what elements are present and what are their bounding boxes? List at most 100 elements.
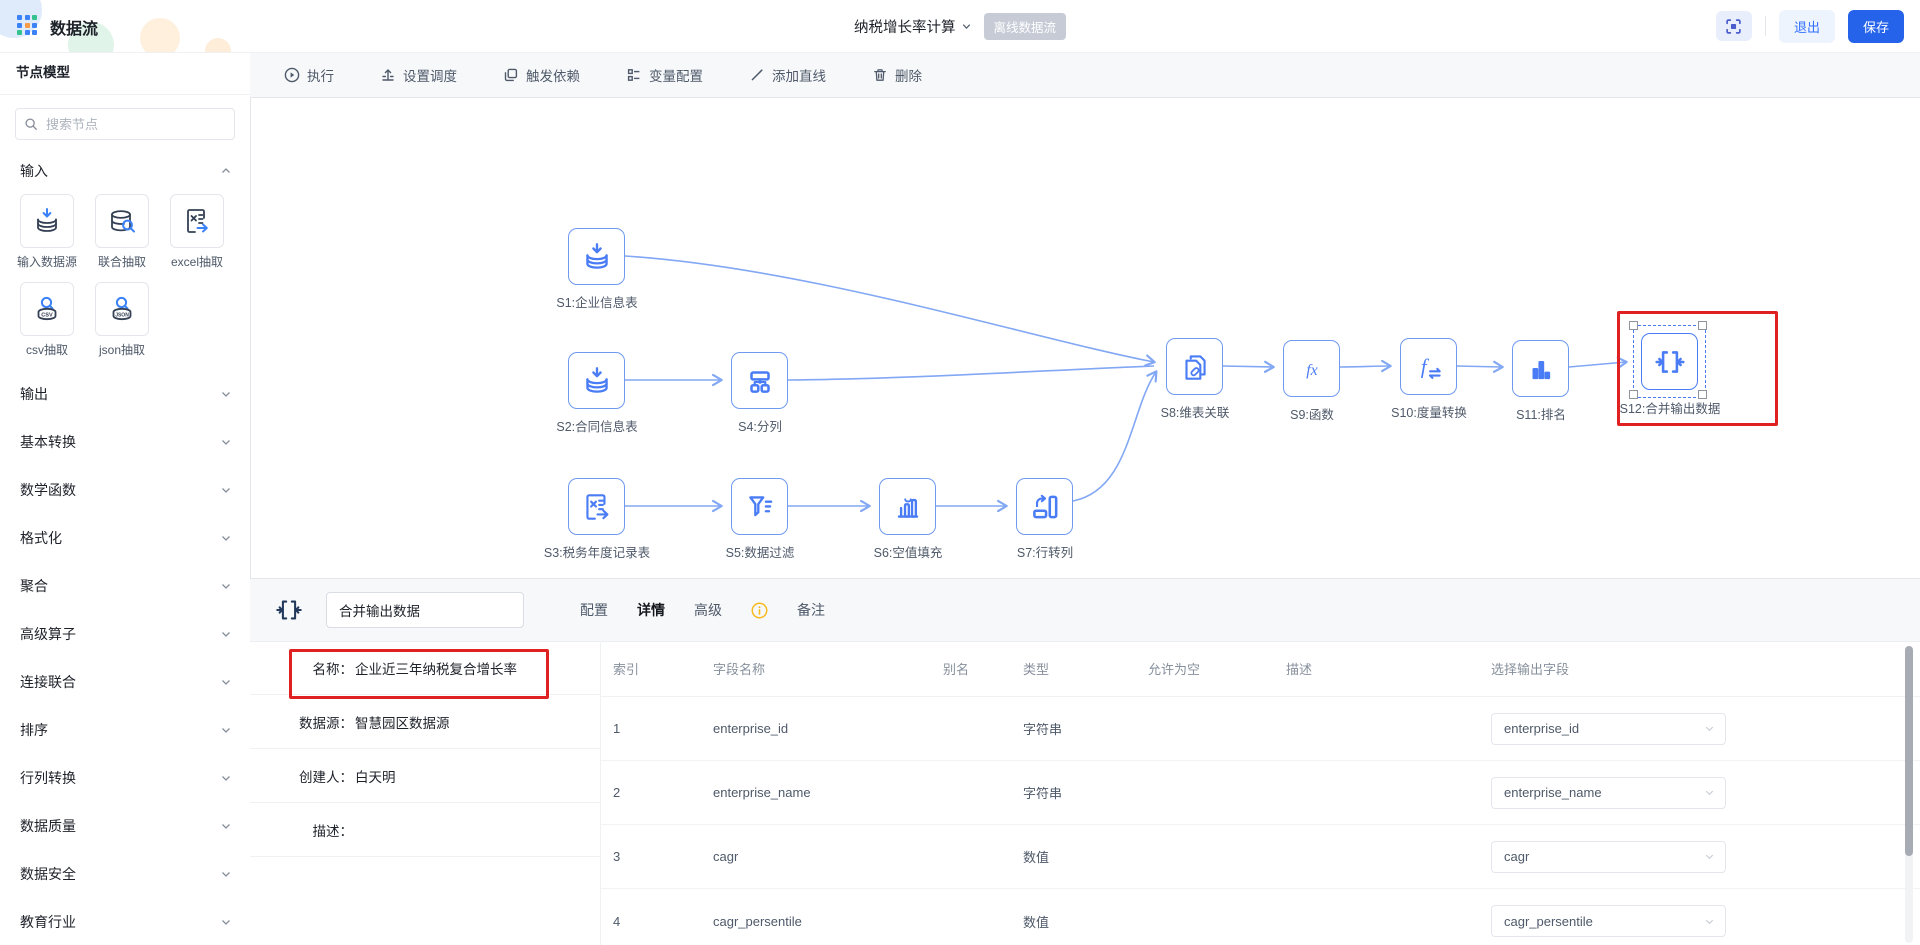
node-palette-sidebar: 节点模型 输入 输入数据源	[0, 52, 251, 945]
flow-node-label: S1:企业信息表	[507, 292, 687, 311]
exit-button[interactable]: 退出	[1779, 10, 1835, 43]
sidebar-section-education-industry[interactable]: 教育行业	[0, 898, 250, 945]
palette-node-input-datasource[interactable]: 输入数据源	[20, 194, 74, 270]
null-fill-icon	[891, 490, 925, 524]
field-table-header: 索引 字段名称 别名 类型 允许为空 描述 选择输出字段	[601, 641, 1920, 697]
fit-view-button[interactable]	[1716, 11, 1752, 41]
field-table: 索引 字段名称 别名 类型 允许为空 描述 选择输出字段 1 enterpris…	[600, 641, 1920, 945]
tab-config[interactable]: 配置	[580, 600, 608, 620]
decor-blob	[140, 18, 180, 53]
chevron-down-icon	[220, 628, 232, 640]
palette-node-union-extract[interactable]: 联合抽取	[95, 194, 149, 270]
flow-node-s11[interactable]	[1512, 340, 1569, 397]
output-field-select[interactable]: enterprise_id	[1491, 713, 1726, 745]
chevron-down-icon	[960, 21, 971, 32]
flow-type-badge: 离线数据流	[983, 13, 1066, 40]
fit-view-icon	[1725, 18, 1742, 35]
chevron-down-icon	[220, 676, 232, 688]
selection-handle[interactable]	[1698, 390, 1707, 399]
palette-node-excel-extract[interactable]: excel抽取	[170, 194, 224, 270]
sidebar-section-math-functions[interactable]: 数学函数	[0, 466, 250, 514]
flow-node-s1[interactable]	[568, 228, 625, 285]
sidebar-section-row-column-transform[interactable]: 行列转换	[0, 754, 250, 802]
function-fx-icon: fx	[1295, 352, 1329, 386]
scrollbar-thumb[interactable]	[1905, 646, 1913, 856]
delete-button[interactable]: 删除	[872, 65, 922, 85]
chevron-down-icon	[220, 772, 232, 784]
selection-handle[interactable]	[1629, 390, 1638, 399]
canvas-toolbar: 执行 设置调度 触发依赖 变量配置 添加直线 删除	[250, 52, 1920, 98]
sidebar-section-advanced-operators[interactable]: 高级算子	[0, 610, 250, 658]
flow-canvas[interactable]: S1:企业信息表 S2:合同信息表 S3:税务年度记录表 S4:分列	[250, 98, 1920, 578]
save-button[interactable]: 保存	[1848, 10, 1904, 43]
chevron-down-icon	[220, 916, 232, 928]
flow-node-label: S3:税务年度记录表	[507, 542, 687, 561]
flow-node-s8[interactable]	[1166, 338, 1223, 395]
flow-node-s7[interactable]	[1016, 478, 1073, 535]
chevron-down-icon	[220, 436, 232, 448]
flow-node-s10[interactable]: f	[1400, 338, 1457, 395]
svg-text:JSON: JSON	[115, 312, 129, 318]
flow-title-dropdown[interactable]: 纳税增长率计算	[854, 16, 972, 37]
tab-advanced[interactable]: 高级	[694, 600, 722, 620]
sidebar-section-join-union[interactable]: 连接联合	[0, 658, 250, 706]
sidebar-section-input[interactable]: 输入	[0, 150, 250, 192]
selection-handle[interactable]	[1629, 321, 1638, 330]
merge-output-icon	[274, 595, 304, 625]
chevron-down-icon	[1704, 723, 1715, 734]
palette-node-csv-extract[interactable]: CSV csv抽取	[20, 282, 74, 358]
selection-handle[interactable]	[1698, 321, 1707, 330]
sidebar-section-aggregate[interactable]: 聚合	[0, 562, 250, 610]
tab-note[interactable]: 备注	[797, 600, 825, 620]
chevron-down-icon	[220, 388, 232, 400]
chevron-down-icon	[220, 820, 232, 832]
chevron-down-icon	[220, 580, 232, 592]
rank-icon	[1524, 352, 1558, 386]
node-detail-list: 名称： 企业近三年纳税复合增长率 数据源： 智慧园区数据源 创建人： 白天明 描…	[250, 641, 600, 945]
trigger-dependency-button[interactable]: 触发依赖	[503, 65, 580, 85]
tab-detail[interactable]: 详情	[637, 600, 665, 620]
flow-node-s4[interactable]	[731, 352, 788, 409]
csv-extract-icon: CSV	[31, 293, 63, 325]
panel-tabs: 配置 详情 高级 备注	[580, 600, 825, 620]
search-input[interactable]	[44, 116, 226, 133]
flow-node-label: S4:分列	[670, 416, 850, 435]
split-column-icon	[743, 364, 777, 398]
sidebar-section-basic-transform[interactable]: 基本转换	[0, 418, 250, 466]
flow-node-s3[interactable]	[568, 478, 625, 535]
dimension-join-icon	[1178, 350, 1212, 384]
row-to-column-icon	[1028, 490, 1062, 524]
node-search-box[interactable]	[15, 108, 235, 140]
chevron-down-icon	[1704, 916, 1715, 927]
sidebar-section-data-quality[interactable]: 数据质量	[0, 802, 250, 850]
variable-config-button[interactable]: 变量配置	[626, 65, 703, 85]
sidebar-section-format[interactable]: 格式化	[0, 514, 250, 562]
schedule-button[interactable]: 设置调度	[380, 65, 457, 85]
node-name-input[interactable]	[326, 592, 524, 628]
palette-node-json-extract[interactable]: JSON json抽取	[95, 282, 149, 358]
sidebar-section-data-security[interactable]: 数据安全	[0, 850, 250, 898]
chevron-down-icon	[220, 484, 232, 496]
excel-table-icon	[580, 490, 614, 524]
sidebar-section-output[interactable]: 输出	[0, 370, 250, 418]
sidebar-section-sort[interactable]: 排序	[0, 706, 250, 754]
schedule-icon	[380, 67, 396, 83]
flow-node-s12[interactable]	[1641, 333, 1698, 390]
filter-icon	[743, 490, 777, 524]
output-field-select[interactable]: cagr_persentile	[1491, 905, 1726, 937]
merge-output-icon	[1653, 345, 1687, 379]
flow-node-s5[interactable]	[731, 478, 788, 535]
flow-node-s2[interactable]	[568, 352, 625, 409]
run-button[interactable]: 执行	[284, 65, 334, 85]
play-circle-icon	[284, 67, 300, 83]
database-input-icon	[31, 205, 63, 237]
flow-node-s6[interactable]	[879, 478, 936, 535]
line-pencil-icon	[749, 67, 765, 83]
chevron-down-icon	[220, 532, 232, 544]
output-field-select[interactable]: cagr	[1491, 841, 1726, 873]
output-field-select[interactable]: enterprise_name	[1491, 777, 1726, 809]
header-divider	[1765, 16, 1766, 36]
table-row: 3 cagr 数值 cagr	[601, 825, 1920, 889]
flow-node-s9[interactable]: fx	[1283, 340, 1340, 397]
add-line-button[interactable]: 添加直线	[749, 65, 826, 85]
